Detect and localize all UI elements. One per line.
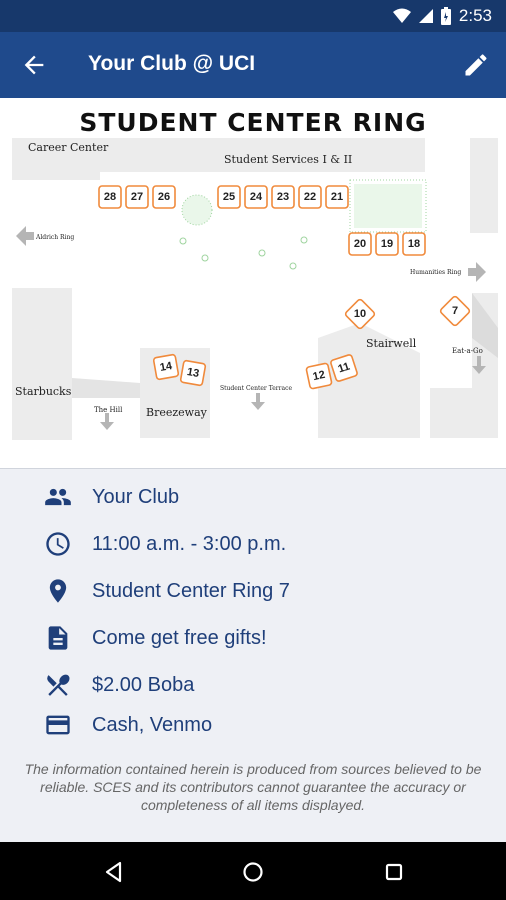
disclaimer: The information contained herein is prod… — [24, 761, 482, 813]
location-row[interactable]: Student Center Ring 7 — [0, 571, 506, 611]
venue-map[interactable]: Career Center Student Services I & II Al… — [0, 98, 506, 469]
wifi-icon — [392, 8, 411, 23]
booth-label: 10 — [354, 308, 366, 320]
nav-home-button[interactable] — [239, 858, 267, 886]
map-drawing: Career Center Student Services I & II Al… — [12, 138, 498, 440]
booth-marker-14[interactable]: 14 — [152, 353, 180, 381]
battery-icon — [440, 7, 451, 25]
app-bar: Your Club @ UCI — [0, 32, 506, 98]
pencil-icon — [465, 54, 487, 76]
nav-recents-button[interactable] — [380, 858, 408, 886]
map-label-starbucks: Starbucks — [15, 385, 72, 398]
booth-label: 21 — [331, 191, 343, 203]
booth-marker-12[interactable]: 12 — [305, 362, 333, 390]
clock-icon — [44, 530, 72, 558]
booth-marker-20[interactable]: 20 — [348, 232, 372, 256]
booth-label: 19 — [381, 238, 393, 250]
booth-label: 25 — [223, 191, 235, 203]
map-label-student-services: Student Services I & II — [224, 153, 352, 166]
map-label-the-hill: The Hill — [94, 406, 123, 414]
page-title: Your Club @ UCI — [88, 52, 256, 75]
club-name: Your Club — [92, 485, 180, 508]
map-label-breezeway: Breezeway — [146, 406, 208, 419]
document-icon — [44, 624, 72, 652]
club-row: Your Club — [0, 477, 506, 517]
booth-label: 23 — [277, 191, 289, 203]
map-label-career-center: Career Center — [28, 141, 109, 154]
utensils-icon — [44, 671, 72, 699]
location-pin-icon — [44, 577, 72, 605]
group-icon — [44, 483, 72, 511]
booth-label: 12 — [312, 369, 326, 383]
event-description: Come get free gifts! — [92, 626, 267, 649]
time-row: 11:00 a.m. - 3:00 p.m. — [0, 524, 506, 564]
map-label-student-center-terrace: Student Center Terrace — [220, 385, 292, 392]
booth-marker-10[interactable]: 10 — [344, 298, 376, 330]
payment-methods: Cash, Venmo — [92, 713, 213, 736]
food-item: $2.00 Boba — [92, 673, 195, 696]
booth-marker-25[interactable]: 25 — [217, 185, 241, 209]
edit-button[interactable] — [462, 51, 490, 79]
booth-label: 18 — [408, 238, 420, 250]
map-label-stairwell: Stairwell — [366, 337, 417, 350]
arrow-back-icon — [24, 55, 44, 75]
booth-label: 22 — [304, 191, 316, 203]
booth-label: 7 — [452, 305, 458, 317]
map-title: STUDENT CENTER RING — [79, 108, 427, 137]
status-icons: 2:53 — [392, 4, 492, 28]
circle-home-icon — [243, 862, 263, 882]
description-row: Come get free gifts! — [0, 618, 506, 658]
booth-label: 20 — [354, 238, 366, 250]
booth-marker-19[interactable]: 19 — [375, 232, 399, 256]
booth-marker-21[interactable]: 21 — [325, 185, 349, 209]
booth-label: 28 — [104, 191, 116, 203]
booth-marker-28[interactable]: 28 — [98, 185, 122, 209]
booth-marker-24[interactable]: 24 — [244, 185, 268, 209]
booth-marker-22[interactable]: 22 — [298, 185, 322, 209]
payment-row: Cash, Venmo — [0, 705, 506, 745]
booth-marker-23[interactable]: 23 — [271, 185, 295, 209]
signal-icon — [418, 9, 433, 23]
booth-label: 26 — [158, 191, 170, 203]
booth-marker-7[interactable]: 7 — [439, 295, 471, 327]
booth-label: 27 — [131, 191, 143, 203]
booth-marker-13[interactable]: 13 — [179, 359, 207, 387]
event-location: Student Center Ring 7 — [92, 579, 290, 602]
booth-label: 24 — [250, 191, 263, 203]
booth-label: 13 — [186, 366, 200, 380]
map-label-aldrich-ring: Aldrich Ring — [35, 234, 74, 241]
system-nav-bar — [0, 842, 506, 900]
event-time: 11:00 a.m. - 3:00 p.m. — [92, 532, 287, 555]
booth-marker-26[interactable]: 26 — [152, 185, 176, 209]
status-bar: 2:53 — [0, 0, 506, 32]
triangle-back-icon — [105, 861, 122, 883]
booth-marker-27[interactable]: 27 — [125, 185, 149, 209]
nav-back-button[interactable] — [100, 858, 128, 886]
booth-marker-18[interactable]: 18 — [402, 232, 426, 256]
status-time: 2:53 — [458, 6, 492, 25]
food-row: $2.00 Boba — [0, 665, 506, 705]
credit-card-icon — [44, 711, 72, 739]
square-recents-icon — [385, 863, 403, 881]
back-button[interactable] — [20, 51, 48, 79]
map-label-humanities-ring: Humanities Ring — [410, 269, 461, 276]
map-label-eat-a-go: Eat-a-Go — [452, 347, 483, 355]
